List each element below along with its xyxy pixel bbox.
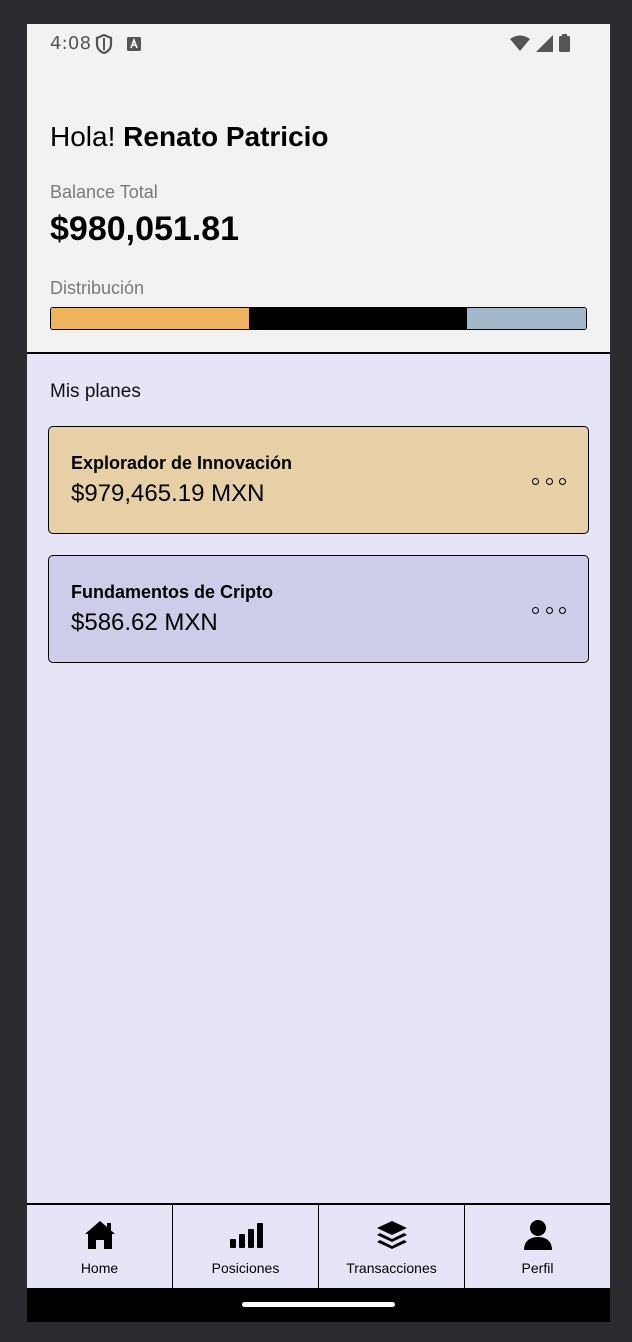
- plan-card[interactable]: Fundamentos de Cripto $586.62 MXN: [48, 555, 589, 663]
- more-options-icon[interactable]: [532, 600, 566, 620]
- battery-icon: [559, 34, 570, 57]
- nav-item-posiciones[interactable]: Posiciones: [173, 1205, 319, 1288]
- distribution-segment: [249, 308, 468, 329]
- more-options-icon[interactable]: [532, 471, 566, 491]
- nav-label: Posiciones: [211, 1260, 280, 1276]
- nav-label: Transacciones: [346, 1260, 437, 1276]
- signal-icon: [536, 34, 553, 57]
- font-a-icon: [127, 37, 141, 56]
- plan-card[interactable]: Explorador de Innovación $979,465.19 MXN: [48, 426, 589, 534]
- gesture-handle[interactable]: [242, 1302, 395, 1307]
- wifi-icon: [510, 35, 530, 56]
- distribution-bar: [50, 307, 587, 330]
- nav-item-transacciones[interactable]: Transacciones: [319, 1205, 465, 1288]
- balance-label: Balance Total: [50, 182, 158, 202]
- nav-item-home[interactable]: Home: [27, 1205, 173, 1288]
- user-name: Renato Patricio: [123, 121, 329, 152]
- shield-icon: [95, 33, 113, 59]
- plans-title: Mis planes: [50, 381, 141, 402]
- plan-amount: $586.62 MXN: [71, 609, 218, 636]
- nav-label: Perfil: [521, 1260, 554, 1276]
- distribution-segment: [51, 308, 250, 329]
- greeting: Hola! Renato Patricio: [50, 121, 329, 153]
- bar-chart-icon: [229, 1218, 263, 1252]
- plan-amount: $979,465.19 MXN: [71, 480, 265, 507]
- bottom-nav: Home Posiciones Transacciones Perfil: [27, 1203, 610, 1288]
- gesture-bar: [27, 1288, 610, 1322]
- plans-section: Mis planes Explorador de Innovación $979…: [27, 354, 610, 1204]
- user-icon: [521, 1218, 555, 1252]
- home-icon: [83, 1218, 117, 1252]
- balance-value: $980,051.81: [50, 210, 240, 248]
- plan-name: Fundamentos de Cripto: [71, 582, 273, 602]
- app-screen: 4:08 Hola! Renato Patricio Balance Total…: [27, 24, 610, 1322]
- nav-item-perfil[interactable]: Perfil: [465, 1205, 610, 1288]
- distribution-segment: [467, 308, 586, 329]
- status-bar: 4:08: [27, 24, 610, 62]
- plan-name: Explorador de Innovación: [71, 453, 293, 473]
- status-time: 4:08: [50, 33, 92, 54]
- distribution-label: Distribución: [50, 278, 145, 298]
- greeting-prefix: Hola!: [50, 121, 124, 152]
- layers-icon: [375, 1218, 409, 1252]
- nav-label: Home: [80, 1260, 119, 1276]
